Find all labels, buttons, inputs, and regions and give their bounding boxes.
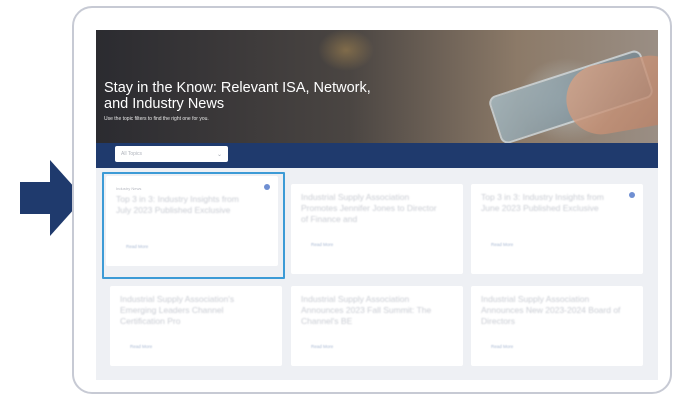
read-more-link[interactable]: Read More	[311, 242, 333, 247]
read-more-link[interactable]: Read More	[491, 242, 513, 247]
bookmark-icon[interactable]	[629, 192, 635, 198]
news-card[interactable]: Industrial Supply Association's Emerging…	[110, 286, 282, 366]
card-title: Industrial Supply Association's Emerging…	[120, 294, 235, 326]
hero-banner: Stay in the Know: Relevant ISA, Network,…	[96, 30, 658, 143]
card-title: Industrial Supply Association Promotes J…	[301, 192, 437, 224]
read-more-link[interactable]: Read More	[130, 344, 152, 349]
read-more-link[interactable]: Read More	[491, 344, 513, 349]
news-card[interactable]: Top 3 in 3: Industry Insights from June …	[471, 184, 643, 274]
highlighted-card-outline	[102, 172, 285, 279]
topic-filter-select[interactable]: All Topics ⌄	[115, 146, 228, 162]
hero-subtitle: Use the topic filters to find the right …	[104, 116, 209, 122]
topic-filter-value: All Topics	[121, 151, 143, 157]
card-title: Industrial Supply Association Announces …	[301, 294, 432, 326]
chevron-down-icon: ⌄	[216, 151, 222, 158]
hero-title: Stay in the Know: Relevant ISA, Network,…	[104, 80, 371, 112]
filter-bar: All Topics ⌄	[96, 143, 658, 168]
hand-image	[560, 50, 658, 140]
card-title: Industrial Supply Association Announces …	[481, 294, 621, 326]
news-card[interactable]: Industrial Supply Association Announces …	[471, 286, 643, 366]
read-more-link[interactable]: Read More	[311, 344, 333, 349]
news-card[interactable]: Industrial Supply Association Announces …	[291, 286, 463, 366]
news-card[interactable]: Industrial Supply Association Promotes J…	[291, 184, 463, 274]
card-title: Top 3 in 3: Industry Insights from June …	[481, 192, 604, 213]
